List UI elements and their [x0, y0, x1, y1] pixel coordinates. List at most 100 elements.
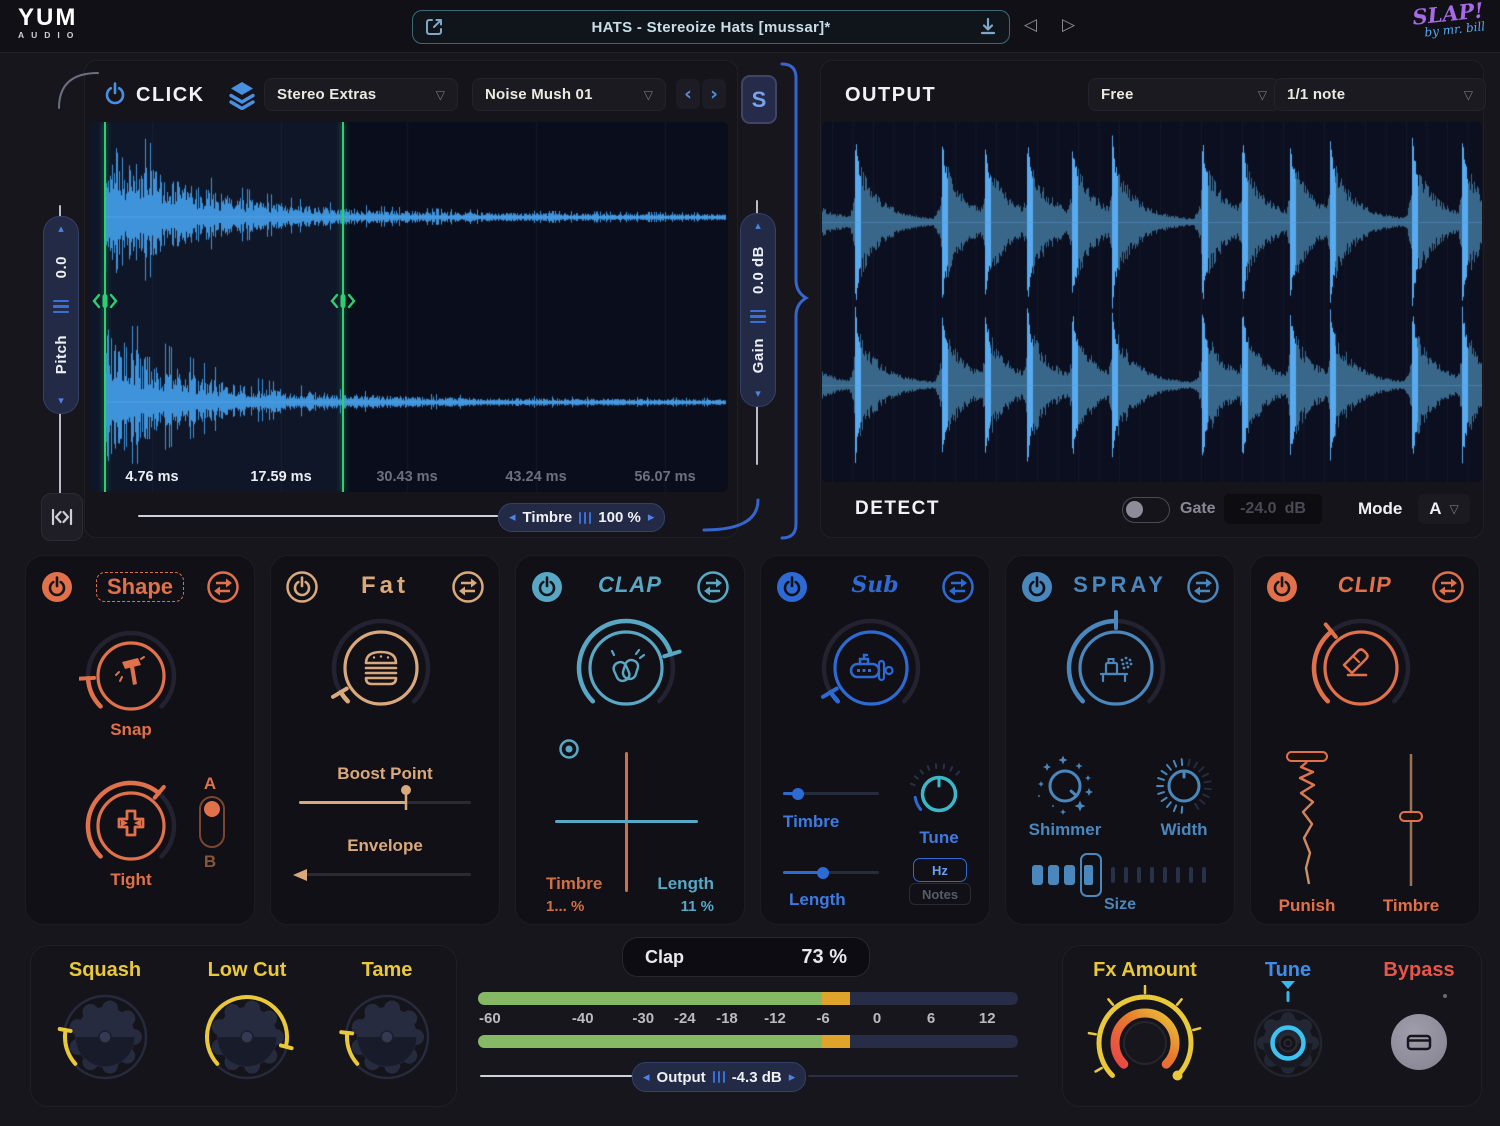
boost-point-label: Boost Point	[315, 764, 455, 784]
output-slider-track-left[interactable]	[480, 1075, 632, 1077]
gate-threshold-field[interactable]: -24.0 dB	[1224, 494, 1322, 524]
increment-arrow-icon[interactable]: ▴	[58, 224, 64, 234]
bypass-icon	[1404, 1027, 1434, 1057]
output-title: OUTPUT	[845, 84, 936, 107]
bypass-button[interactable]	[1391, 1014, 1447, 1070]
fx-amount-knob[interactable]	[1087, 985, 1203, 1101]
prev-sample-button[interactable]: ‹	[676, 79, 700, 109]
time-label: 30.43 ms	[362, 469, 452, 485]
drag-grip-icon[interactable]	[53, 300, 69, 314]
sub-ab-swap-icon[interactable]	[941, 570, 975, 604]
xy-pad-marker-icon[interactable]	[557, 737, 581, 761]
drag-grip-icon[interactable]	[713, 1071, 725, 1083]
zoom-reset-button[interactable]	[41, 493, 83, 541]
shape-ab-swap-icon[interactable]	[206, 570, 240, 604]
external-link-icon[interactable]	[423, 16, 445, 38]
sample-end-marker[interactable]	[342, 122, 344, 492]
ab-a-label: A	[202, 774, 218, 794]
envelope-slider[interactable]	[299, 873, 471, 876]
xy-pad-length-axis[interactable]	[555, 820, 698, 823]
next-preset-button[interactable]: ▷	[1062, 15, 1075, 35]
decrement-arrow-icon[interactable]: ◂	[509, 510, 516, 525]
sub-tune-knob[interactable]	[907, 762, 971, 826]
click-waveform-canvas[interactable]	[90, 122, 728, 492]
decrement-arrow-icon[interactable]: ◂	[643, 1070, 650, 1085]
increment-arrow-icon[interactable]: ▸	[789, 1070, 796, 1085]
fx-value-pill[interactable]: Clap 73 %	[622, 937, 870, 977]
decrement-arrow-icon[interactable]: ▾	[755, 389, 761, 399]
preset-bar[interactable]: HATS - Stereoize Hats [mussar]*	[412, 10, 1010, 44]
layers-icon[interactable]	[228, 80, 256, 110]
timbre-slider-track[interactable]	[138, 515, 498, 517]
drag-grip-icon[interactable]	[750, 310, 766, 324]
output-level-slider[interactable]: ◂ Output -4.3 dB ▸	[632, 1062, 806, 1092]
boost-point-handle[interactable]	[398, 784, 414, 810]
scale-tick: 6	[927, 1010, 935, 1027]
clip-timbre-handle[interactable]	[1400, 812, 1422, 821]
sub-length-slider[interactable]	[783, 871, 879, 874]
compress-icon	[108, 803, 154, 849]
spray-ab-swap-icon[interactable]	[1186, 570, 1220, 604]
fat-knob[interactable]	[323, 610, 439, 726]
punish-handle[interactable]	[1287, 752, 1327, 761]
bypass-led	[1443, 994, 1447, 998]
module-clip: CLIP Punish Timb	[1250, 555, 1480, 925]
sub-length-handle[interactable]	[817, 867, 829, 879]
gate-toggle[interactable]	[1122, 497, 1170, 523]
spray-knob[interactable]	[1058, 610, 1174, 726]
gain-slider[interactable]: ▴ 0.0 dB Gain ▾	[740, 213, 776, 407]
sub-timbre-handle[interactable]	[792, 788, 804, 800]
snap-knob[interactable]	[79, 624, 183, 728]
drag-grip-icon[interactable]	[579, 512, 591, 524]
click-power-button[interactable]	[100, 80, 130, 110]
unit-notes-button[interactable]: Notes	[909, 883, 971, 905]
width-label: Width	[1134, 820, 1234, 840]
tune-knob[interactable]	[1246, 1001, 1330, 1085]
solo-button[interactable]: S	[741, 75, 777, 124]
burger-icon	[357, 646, 405, 690]
clap-knob[interactable]	[568, 610, 684, 726]
decrement-arrow-icon[interactable]: ▾	[58, 396, 64, 406]
clip-knob[interactable]	[1303, 610, 1419, 726]
sample-start-marker[interactable]	[104, 122, 106, 492]
tame-knob[interactable]	[339, 989, 435, 1085]
ab-toggle-knob	[204, 801, 220, 817]
clip-ab-swap-icon[interactable]	[1431, 570, 1465, 604]
fat-ab-swap-icon[interactable]	[451, 570, 485, 604]
envelope-handle[interactable]	[291, 867, 309, 883]
spray-can-icon	[1093, 648, 1139, 688]
next-sample-button[interactable]: ›	[702, 79, 726, 109]
lowcut-knob[interactable]	[199, 989, 295, 1085]
waveform-editor[interactable]: 4.76 ms 17.59 ms 30.43 ms 43.24 ms 56.07…	[90, 122, 728, 492]
mode-dropdown[interactable]: A ▽	[1418, 494, 1470, 524]
sample-dropdown[interactable]: Noise Mush 01 ▽	[472, 78, 666, 111]
width-knob[interactable]	[1152, 754, 1216, 818]
clap-ab-swap-icon[interactable]	[696, 570, 730, 604]
boost-point-slider[interactable]	[299, 801, 471, 804]
sub-tune-label: Tune	[907, 828, 971, 848]
category-dropdown[interactable]: Stereo Extras ▽	[264, 78, 458, 111]
sub-knob[interactable]	[813, 610, 929, 726]
punish-slider[interactable]	[1279, 750, 1335, 890]
prev-preset-button[interactable]: ◁	[1024, 15, 1037, 35]
preset-name[interactable]: HATS - Stereoize Hats [mussar]*	[445, 19, 977, 36]
unit-hz-button[interactable]: Hz	[913, 858, 967, 882]
time-label: 4.76 ms	[107, 469, 197, 485]
timbre-slider[interactable]: ◂ Timbre 100 % ▸	[498, 503, 665, 532]
sync-mode-dropdown[interactable]: Free ▽	[1088, 78, 1280, 111]
tight-knob[interactable]	[79, 774, 183, 878]
shimmer-knob[interactable]	[1033, 754, 1097, 818]
increment-arrow-icon[interactable]: ▸	[648, 510, 655, 525]
submarine-icon	[846, 648, 896, 688]
squash-knob[interactable]	[57, 989, 153, 1085]
size-handle[interactable]	[1080, 853, 1102, 897]
pitch-slider[interactable]: ▴ 0.0 Pitch ▾	[43, 216, 79, 414]
output-slider-track-right[interactable]	[808, 1075, 1018, 1077]
sub-timbre-slider[interactable]	[783, 792, 879, 795]
increment-arrow-icon[interactable]: ▴	[755, 221, 761, 231]
ab-toggle[interactable]	[199, 796, 225, 848]
size-selector[interactable]	[1032, 852, 1208, 898]
download-icon[interactable]	[977, 16, 999, 38]
note-value-dropdown[interactable]: 1/1 note ▽	[1274, 78, 1486, 111]
clip-timbre-slider[interactable]	[1399, 750, 1423, 890]
